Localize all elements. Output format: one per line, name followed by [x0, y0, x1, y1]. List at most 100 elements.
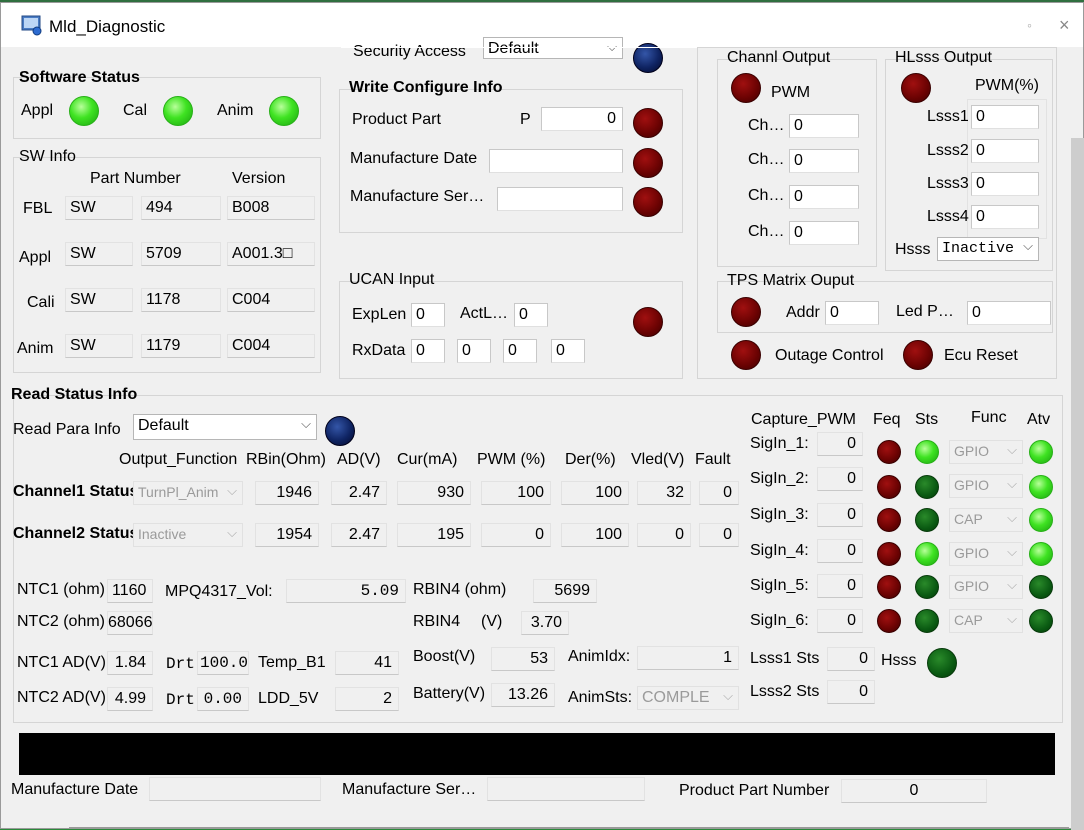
vertical-scrollbar[interactable] — [1071, 138, 1084, 830]
lsss1-input[interactable]: 0 — [971, 105, 1039, 129]
ecu-reset-label: Ecu Reset — [944, 347, 1018, 364]
channel1-cur-field: 930 — [397, 481, 471, 505]
feq-header: Feq — [873, 411, 901, 428]
appl-number-field: 5709 — [141, 242, 221, 266]
manufacture-ser-write-button[interactable] — [633, 187, 663, 217]
rxdata-field-4[interactable]: 0 — [551, 339, 585, 363]
manufacture-date-write-button[interactable] — [633, 148, 663, 178]
hlsss-output-button[interactable] — [901, 73, 931, 103]
lsss1-sts-field: 0 — [827, 647, 875, 671]
atv-header: Atv — [1027, 411, 1051, 428]
drt2-field: 0.00 — [197, 687, 249, 711]
ch1-input[interactable]: 0 — [789, 114, 859, 138]
ntc1-ad-field: 1.84 — [107, 651, 153, 675]
channel1-fault-field: 0 — [699, 481, 739, 505]
sigin2-label: SigIn_2: — [750, 470, 809, 487]
hsss-select[interactable]: Inactive ⌵ — [937, 237, 1039, 261]
rxdata-field-2[interactable]: 0 — [457, 339, 491, 363]
drt1-field: 100.00 — [197, 651, 249, 675]
sigin1-feq-led — [877, 440, 901, 464]
rbin4-ohm-label: RBIN4 (ohm) — [413, 581, 507, 598]
channel2-status-label: Channel2 Status — [13, 525, 139, 542]
drt2-label: Drt — [166, 691, 195, 709]
software-status-title: Software Status — [19, 69, 140, 86]
ad-header: AD(V) — [337, 451, 381, 468]
channel1-func-select: TurnPl_Anim ⌵ — [133, 481, 243, 505]
explen-input[interactable]: 0 — [411, 303, 445, 327]
sigin4-feq-led — [877, 542, 901, 566]
channel1-rbin-field: 1946 — [255, 481, 319, 505]
sigin1-func-select: GPIO ⌵ — [949, 440, 1023, 464]
ldd-label: LDD_5V — [258, 690, 319, 707]
footer-product-part-number-label: Product Part Number — [679, 782, 830, 799]
actl-input[interactable]: 0 — [514, 303, 548, 327]
manufacture-date-input[interactable] — [489, 149, 623, 173]
lsss3-label: Lsss3 — [927, 175, 969, 192]
sigin2-field: 0 — [817, 467, 863, 491]
explen-label: ExpLen — [352, 306, 407, 323]
channl-output-button[interactable] — [731, 73, 761, 103]
sigin2-feq-led — [877, 475, 901, 499]
ucan-send-button[interactable] — [633, 307, 663, 337]
sigin6-label: SigIn_6: — [750, 612, 809, 629]
sigin3-atv-led — [1029, 508, 1053, 532]
product-part-write-button[interactable] — [633, 108, 663, 138]
chevron-down-icon: ⌵ — [227, 483, 237, 498]
addr-label: Addr — [786, 304, 820, 321]
status-message-bar — [19, 733, 1055, 775]
product-part-input[interactable]: 0 — [541, 107, 623, 131]
ch4-label: Ch… — [748, 223, 785, 240]
ch3-input[interactable]: 0 — [789, 185, 859, 209]
manufacture-ser-input[interactable] — [497, 187, 623, 211]
led-input[interactable]: 0 — [967, 301, 1051, 325]
security-access-select[interactable]: Default⌵ — [483, 37, 623, 59]
system-dot-icon[interactable]: ◦ — [1027, 17, 1032, 33]
app-icon — [21, 15, 42, 36]
output-function-header: Output_Function — [119, 451, 238, 468]
fbl-prefix-field: SW — [65, 196, 133, 220]
actl-label: ActL… — [460, 305, 509, 322]
sigin6-func-select: CAP ⌵ — [949, 609, 1023, 633]
footer-manufacture-ser-field — [487, 777, 645, 801]
sigin2-func-select: GPIO ⌵ — [949, 474, 1023, 498]
rxdata-field-3[interactable]: 0 — [503, 339, 537, 363]
vled-header: Vled(V) — [631, 451, 685, 468]
close-button[interactable]: × — [1059, 15, 1070, 36]
addr-input[interactable]: 0 — [825, 301, 879, 325]
appl-label: Appl — [19, 249, 52, 266]
read-para-button[interactable] — [325, 416, 355, 446]
channl-pwm-label: PWM — [771, 84, 811, 101]
footer-manufacture-date-field — [149, 777, 321, 801]
ecu-reset-button[interactable] — [903, 340, 933, 370]
cali-prefix-field: SW — [65, 288, 133, 312]
sigin6-sts-led — [915, 609, 939, 633]
read-para-select[interactable]: Default ⌵ — [133, 414, 317, 440]
chevron-down-icon: ⌵ — [301, 416, 311, 431]
rxdata-field-1[interactable]: 0 — [411, 339, 445, 363]
sigin2-sts-led — [915, 475, 939, 499]
ch4-input[interactable]: 0 — [789, 221, 859, 245]
channl-output-title: Channl Output — [727, 49, 831, 66]
part-number-header: Part Number — [90, 170, 181, 187]
anim-label: Anim — [17, 340, 54, 357]
sigin5-label: SigIn_5: — [750, 577, 809, 594]
cali-label: Cali — [27, 294, 55, 311]
lsss4-input[interactable]: 0 — [971, 205, 1039, 229]
lsss3-input[interactable]: 0 — [971, 172, 1039, 196]
manufacture-date-label: Manufacture Date — [350, 150, 478, 167]
tps-matrix-button[interactable] — [731, 297, 761, 327]
sigin1-field: 0 — [817, 432, 863, 456]
sigin3-field: 0 — [817, 503, 863, 527]
hsss-sts-led — [927, 648, 957, 678]
sigin4-field: 0 — [817, 539, 863, 563]
chevron-down-icon: ⌵ — [1007, 510, 1017, 525]
sigin6-feq-led — [877, 609, 901, 633]
outage-control-button[interactable] — [731, 340, 761, 370]
ch2-input[interactable]: 0 — [789, 149, 859, 173]
ntc2-ohm-field: 68066 — [107, 611, 153, 635]
mpq-field: 5.09 — [286, 579, 406, 603]
sigin6-atv-led — [1029, 609, 1053, 633]
lsss2-input[interactable]: 0 — [971, 139, 1039, 163]
fault-header: Fault — [695, 451, 731, 468]
window-title: Mld_Diagnostic — [49, 17, 166, 36]
